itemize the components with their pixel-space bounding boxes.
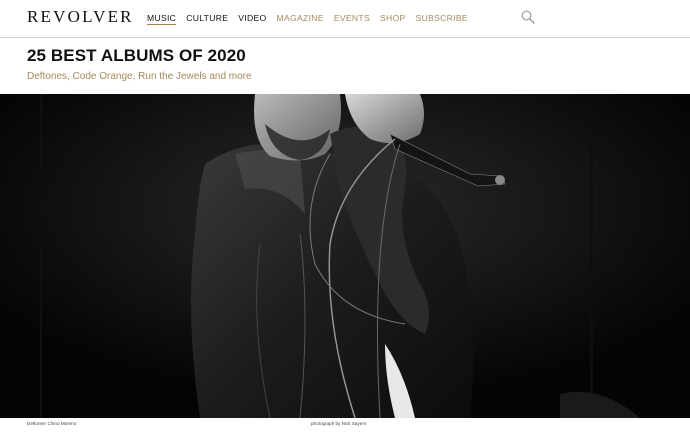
photo-caption: Deftones' Chino Moreno: [27, 421, 77, 426]
search-icon[interactable]: [521, 10, 535, 24]
hero-photo-illustration: [0, 94, 690, 418]
photo-credit: photograph by Nick Sayers: [311, 421, 367, 426]
site-header: REVOLVER MUSIC CULTURE VIDEO MAGAZINE EV…: [0, 0, 690, 38]
nav-item-shop[interactable]: SHOP: [380, 13, 406, 25]
nav-item-magazine[interactable]: MAGAZINE: [277, 13, 324, 25]
nav-item-culture[interactable]: CULTURE: [186, 13, 228, 25]
nav-item-subscribe[interactable]: SUBSCRIBE: [416, 13, 468, 25]
nav-item-events[interactable]: EVENTS: [334, 13, 370, 25]
article-subtitle: Deftones, Code Orange, Run the Jewels an…: [27, 71, 252, 82]
nav-item-music[interactable]: MUSIC: [147, 13, 177, 25]
main-nav: MUSIC CULTURE VIDEO MAGAZINE EVENTS SHOP…: [147, 13, 478, 25]
nav-item-video[interactable]: VIDEO: [238, 13, 266, 25]
hero-photo: [0, 94, 690, 418]
article-title: 25 BEST ALBUMS OF 2020: [27, 46, 246, 65]
site-logo[interactable]: REVOLVER: [27, 7, 134, 27]
